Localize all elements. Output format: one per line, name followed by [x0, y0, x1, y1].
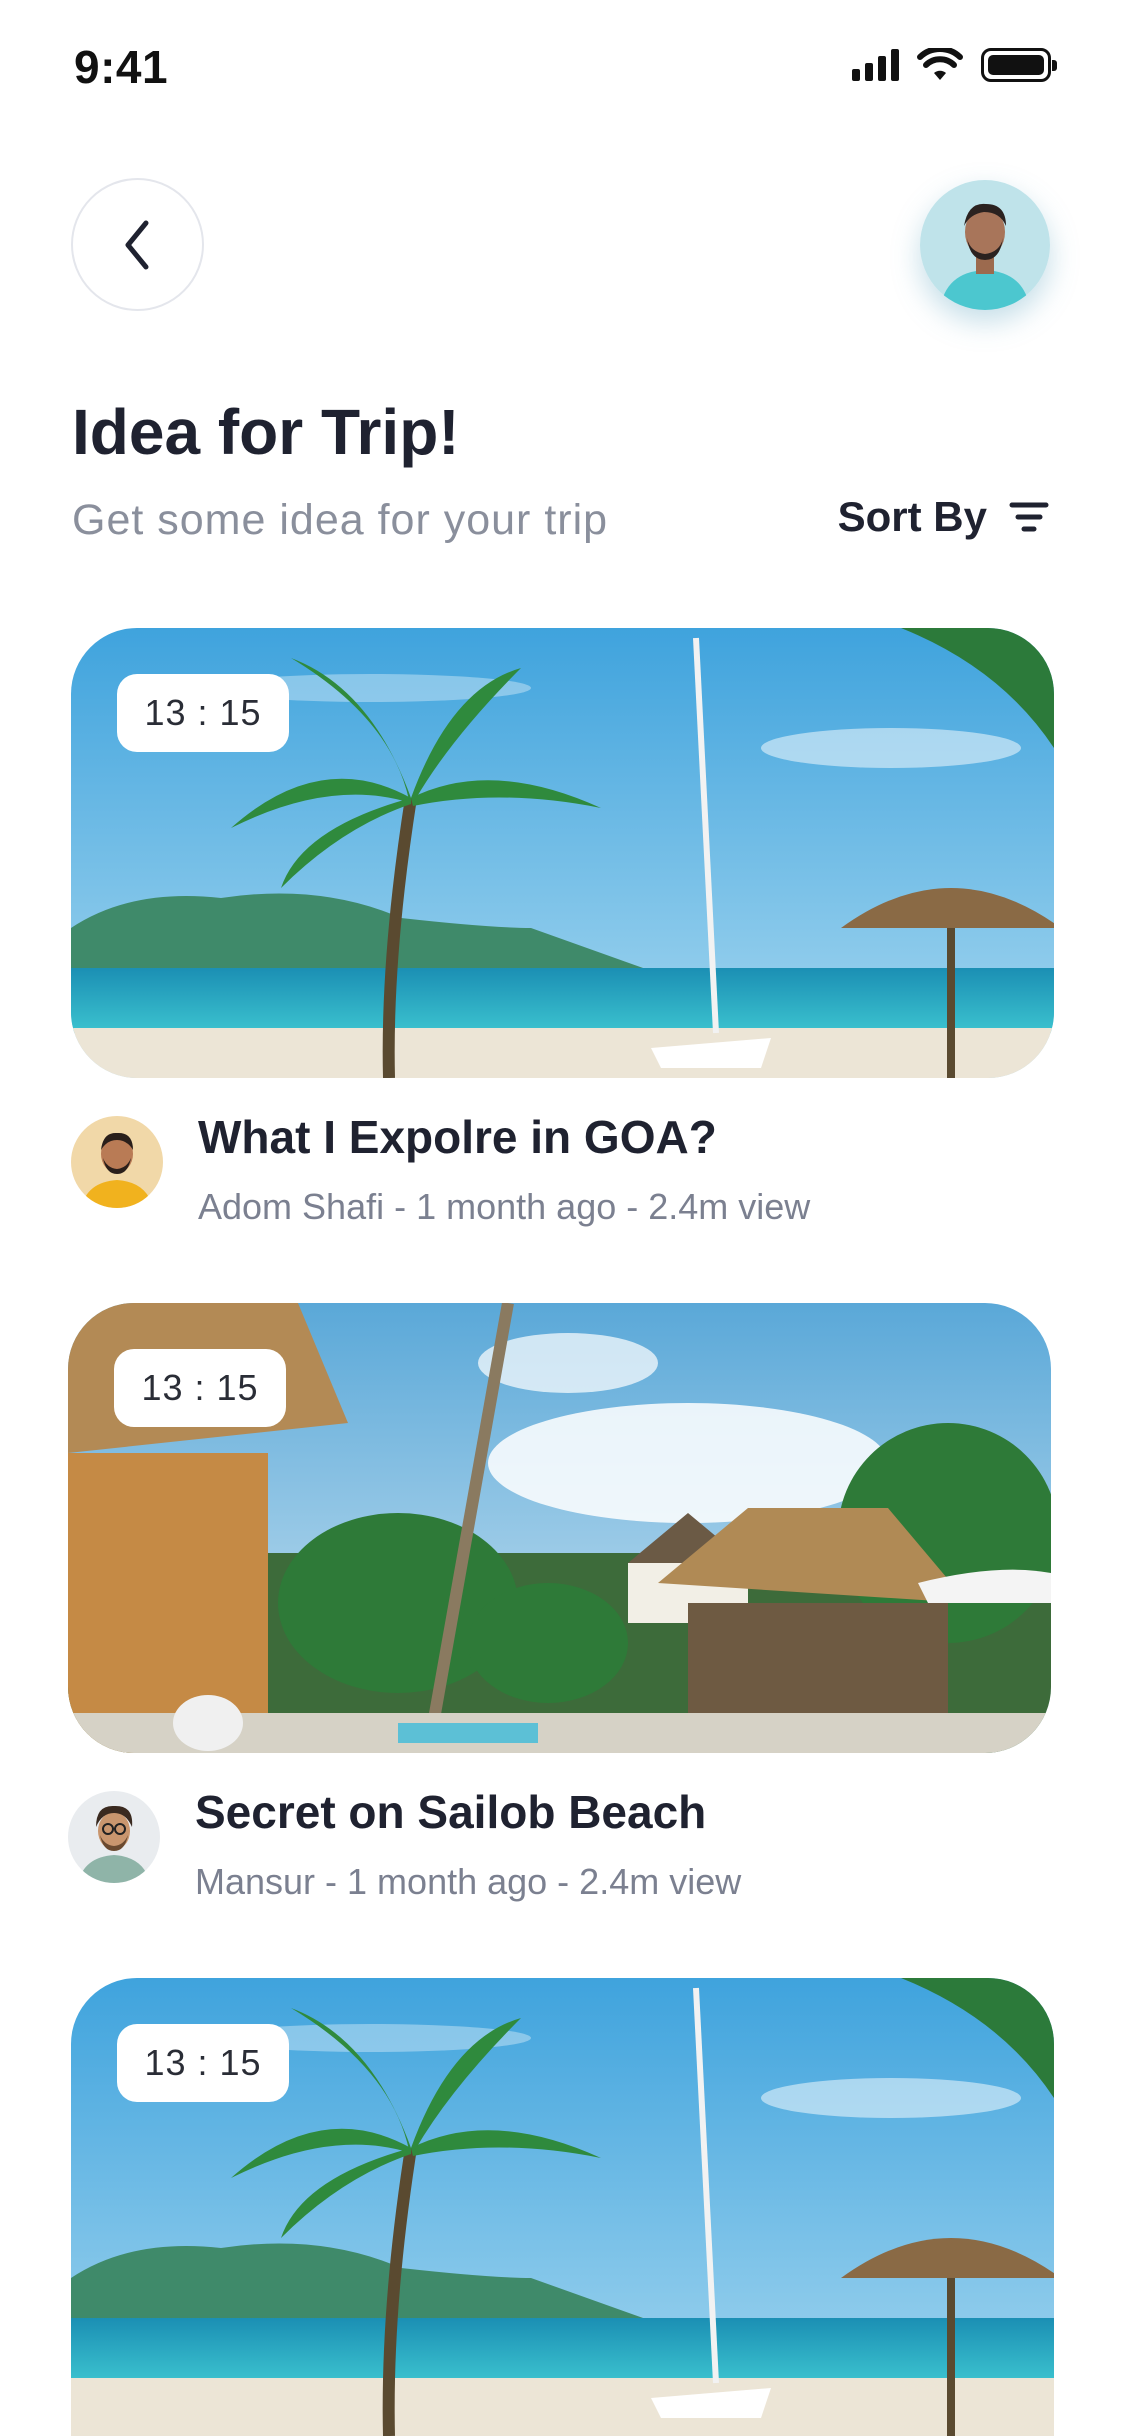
filter-lines-icon — [1009, 502, 1049, 532]
post-title[interactable]: What I Expolre in GOA? — [198, 1110, 717, 1164]
status-icons — [852, 48, 1057, 82]
post-meta: Adom Shafi - 1 month ago - 2.4m view — [198, 1186, 811, 1227]
video-thumbnail[interactable]: 13 : 15 — [71, 628, 1054, 1078]
back-button[interactable] — [71, 178, 204, 311]
author-avatar[interactable] — [68, 1791, 160, 1883]
profile-avatar[interactable] — [920, 180, 1050, 310]
video-card[interactable]: 13 : 15 — [71, 1978, 1054, 2436]
sort-by-label: Sort By — [837, 493, 987, 540]
video-thumbnail[interactable]: 13 : 15 — [68, 1303, 1051, 1753]
author-avatar[interactable] — [71, 1116, 163, 1208]
post-title[interactable]: Secret on Sailob Beach — [195, 1785, 706, 1839]
video-card[interactable]: 13 : 15 Secret on Sailob Beach Mansur - … — [68, 1303, 1051, 1902]
cellular-signal-icon — [852, 49, 899, 81]
duration-badge: 13 : 15 — [114, 1349, 286, 1427]
page-subtitle: Get some idea for your trip — [72, 496, 609, 544]
sort-by-button[interactable]: Sort By — [838, 493, 1049, 541]
wifi-icon — [917, 48, 963, 80]
video-thumbnail[interactable]: 13 : 15 — [71, 1978, 1054, 2436]
status-bar: 9:41 — [0, 0, 1125, 132]
post-meta: Mansur - 1 month ago - 2.4m view — [195, 1861, 742, 1902]
chevron-left-icon — [125, 220, 148, 269]
duration-badge: 13 : 15 — [117, 2024, 289, 2102]
page-title: Idea for Trip! — [72, 396, 460, 468]
status-time: 9:41 — [74, 41, 169, 93]
video-card[interactable]: 13 : 15 What I Expolre in GOA? Adom Shaf… — [71, 628, 1054, 1227]
battery-icon — [981, 48, 1057, 82]
duration-badge: 13 : 15 — [117, 674, 289, 752]
